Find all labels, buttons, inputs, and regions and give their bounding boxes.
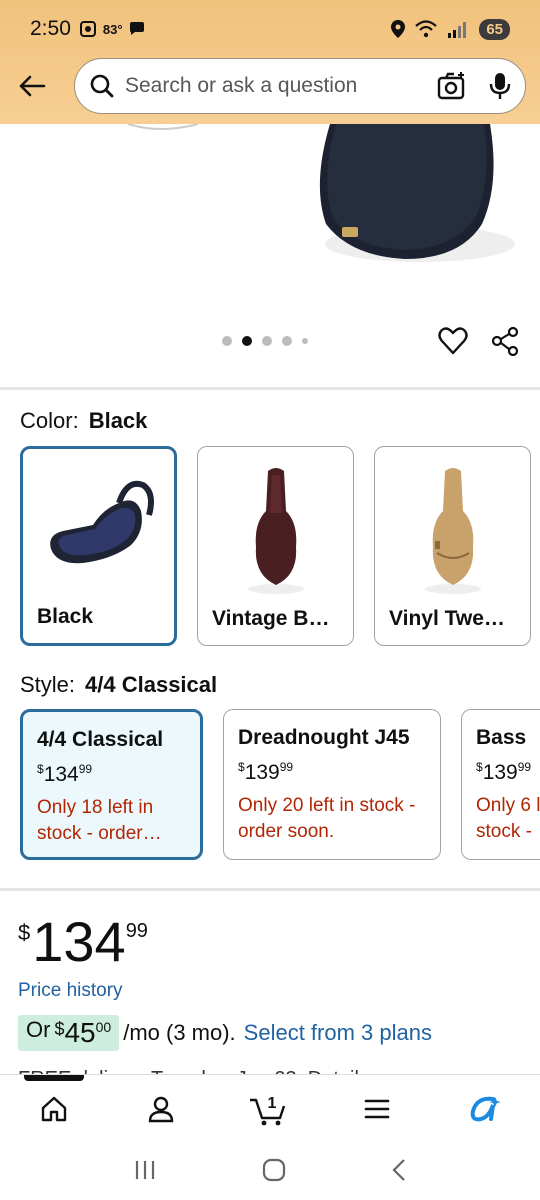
nav-rufus[interactable] (465, 1089, 505, 1129)
top-bar: 2:50 83° 65 Search or ask a question (0, 0, 540, 124)
rufus-ai-icon (470, 1096, 501, 1122)
carousel-dot (282, 336, 292, 346)
cart-icon: 1 (250, 1095, 286, 1126)
color-value: Black (88, 408, 148, 433)
carousel-dot (222, 336, 232, 346)
location-icon (391, 20, 406, 38)
home-icon (41, 1096, 67, 1122)
back-nav-icon[interactable] (391, 1158, 407, 1182)
color-option-label: Black (37, 605, 94, 628)
style-option-title: Bass (476, 726, 527, 749)
wifi-icon (415, 20, 438, 38)
carousel-dot-active (242, 336, 252, 346)
search-input[interactable]: Search or ask a question (125, 74, 437, 98)
color-label: Color: Black (20, 408, 148, 433)
style-option-bass[interactable]: Bass $13999 Only 6 left in stock - (461, 709, 540, 860)
installment-plan: Or $45 00 /mo (3 mo). Select from 3 plans (18, 1014, 432, 1052)
select-plans-link[interactable]: Select from 3 plans (244, 1020, 432, 1046)
installment-amount: Or $45 00 (18, 1015, 120, 1051)
recent-apps-icon[interactable] (133, 1159, 157, 1181)
vintage-brown-case-thumbnail (248, 468, 304, 594)
status-bar: 2:50 83° 65 (0, 0, 540, 58)
message-icon (129, 22, 144, 35)
nav-cart[interactable]: 1 (248, 1089, 288, 1129)
style-option-price: $13999 (476, 760, 532, 784)
style-option-dreadnought-j45[interactable]: Dreadnought J45 $13999 Only 20 left in s… (223, 709, 441, 860)
share-icon (491, 326, 519, 357)
back-button[interactable] (12, 66, 52, 106)
camera-search-icon[interactable] (437, 72, 467, 100)
style-option-title: Dreadnought J45 (238, 726, 410, 749)
style-label: Style: 4/4 Classical (20, 672, 218, 697)
style-option-price: $13999 (238, 760, 294, 784)
style-option-stock: Only 6 left in stock - (476, 795, 540, 842)
color-option-label: Vintage B… (212, 607, 330, 630)
black-case-thumbnail (50, 480, 154, 564)
installment-term: /mo (3 mo). (123, 1020, 236, 1045)
nav-home[interactable] (34, 1089, 74, 1129)
style-option-4-4-classical[interactable]: 4/4 Classical $13499 Only 18 left in sto… (20, 709, 203, 860)
active-tab-indicator (24, 1075, 84, 1081)
style-option-title: 4/4 Classical (37, 728, 164, 751)
color-option-label: Vinyl Twe… (389, 607, 505, 630)
carousel-dot (302, 338, 308, 344)
screenshot-icon (79, 21, 96, 37)
person-icon (148, 1096, 174, 1123)
search-bar[interactable]: Search or ask a question (74, 58, 526, 114)
nav-account[interactable] (141, 1089, 181, 1129)
nav-menu[interactable] (357, 1089, 397, 1129)
home-button-icon[interactable] (262, 1158, 286, 1182)
price-history-link[interactable]: Price history (18, 980, 123, 1002)
wishlist-button[interactable] (438, 326, 468, 361)
system-navigation (0, 1140, 540, 1200)
carousel-dot (262, 336, 272, 346)
bottom-navigation: 1 (0, 1074, 540, 1140)
style-value: 4/4 Classical (85, 672, 218, 697)
menu-icon (364, 1099, 390, 1119)
color-option-black[interactable]: Black (20, 446, 177, 646)
cart-count: 1 (268, 1095, 277, 1112)
style-option-stock: Only 18 left in stock - order… (37, 797, 162, 844)
status-weather: 83° (79, 20, 145, 38)
heart-icon (438, 327, 468, 355)
microphone-icon[interactable] (489, 72, 511, 100)
status-temperature: 83° (102, 21, 123, 37)
style-option-stock: Only 20 left in stock - order soon. (238, 795, 416, 842)
color-option-vinyl-tweed[interactable]: Vinyl Twe… (374, 446, 531, 646)
battery-indicator: 65 (479, 18, 510, 40)
signal-icon (448, 22, 467, 38)
search-icon (90, 74, 114, 98)
status-time: 2:50 (30, 17, 71, 40)
section-divider (0, 888, 540, 891)
style-option-price: $13499 (37, 762, 93, 786)
arrow-left-icon (19, 75, 46, 97)
product-price: $ 134 99 (18, 910, 148, 973)
image-carousel-indicator (222, 336, 308, 346)
section-divider (0, 387, 540, 390)
color-option-vintage-brown[interactable]: Vintage B… (197, 446, 354, 646)
share-button[interactable] (490, 326, 520, 361)
vinyl-tweed-case-thumbnail (425, 468, 481, 594)
